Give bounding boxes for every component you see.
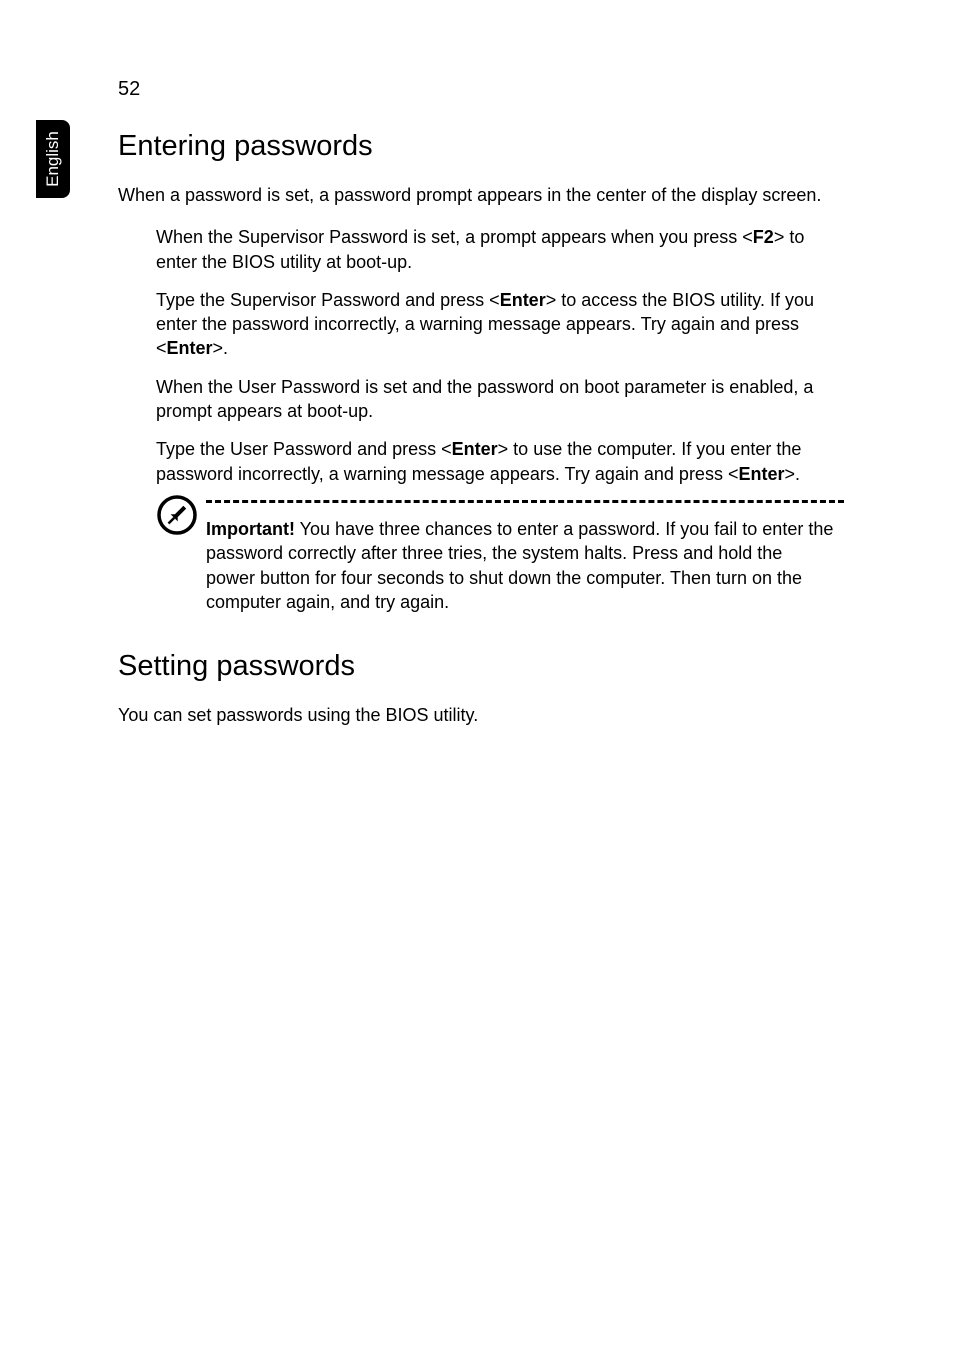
key-Enter: Enter	[452, 439, 498, 459]
page-number: 52	[118, 78, 140, 101]
text: When the Supervisor Password is set, a p…	[156, 227, 753, 247]
list-item: Type the User Password and press <Enter>…	[156, 437, 838, 486]
important-note: Important! You have three chances to ent…	[118, 500, 838, 614]
text: When the User Password is set and the pa…	[156, 377, 813, 421]
note-body: You have three chances to enter a passwo…	[206, 519, 833, 612]
bullet-list: When the Supervisor Password is set, a p…	[118, 225, 838, 486]
list-item: When the Supervisor Password is set, a p…	[156, 225, 838, 274]
list-item: When the User Password is set and the pa…	[156, 375, 838, 424]
text: Type the User Password and press <	[156, 439, 452, 459]
divider-dashed	[206, 500, 844, 503]
heading-setting-passwords: Setting passwords	[118, 650, 838, 683]
key-F2: F2	[753, 227, 774, 247]
list-item: Type the Supervisor Password and press <…	[156, 288, 838, 361]
body-paragraph: You can set passwords using the BIOS uti…	[118, 703, 838, 727]
language-tab-text: English	[43, 131, 63, 187]
pin-icon	[156, 494, 198, 536]
note-label: Important!	[206, 519, 295, 539]
text: >.	[213, 338, 229, 358]
text: >.	[784, 464, 800, 484]
heading-entering-passwords: Entering passwords	[118, 130, 838, 163]
text: Type the Supervisor Password and press <	[156, 290, 500, 310]
page-content: Entering passwords When a password is se…	[118, 130, 838, 727]
note-text: Important! You have three chances to ent…	[206, 517, 834, 614]
key-Enter: Enter	[738, 464, 784, 484]
language-tab: English	[36, 120, 70, 198]
key-Enter: Enter	[167, 338, 213, 358]
key-Enter: Enter	[500, 290, 546, 310]
intro-paragraph: When a password is set, a password promp…	[118, 183, 838, 207]
